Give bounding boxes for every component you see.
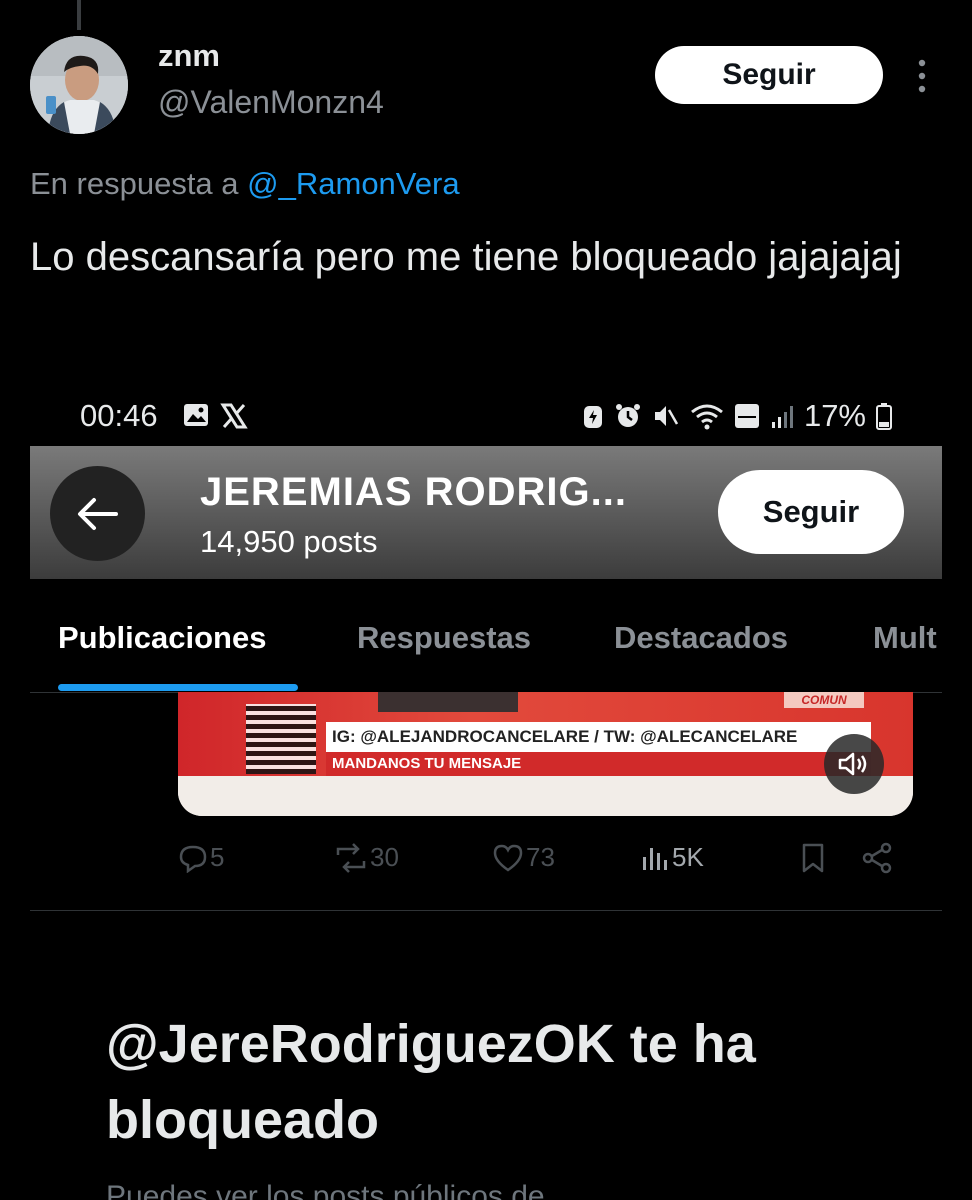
- tab-respuestas[interactable]: Respuestas: [357, 620, 531, 656]
- profile-post-count: 14,950 posts: [200, 524, 378, 559]
- video-mute-button[interactable]: [824, 734, 884, 794]
- reply-context: En respuesta a @_RamonVera: [30, 166, 460, 202]
- profile-follow-button[interactable]: Seguir: [718, 470, 904, 554]
- tab-destacados[interactable]: Destacados: [614, 620, 788, 656]
- heart-icon: [493, 844, 523, 872]
- status-bar: 00:46 17%: [30, 380, 942, 450]
- signal-icon: [771, 406, 793, 428]
- bookmark-icon[interactable]: [798, 842, 828, 874]
- reply-icon: [179, 845, 207, 873]
- speaker-muted-icon: [838, 752, 867, 776]
- volte-icon: [734, 404, 759, 428]
- status-icons-left: [182, 402, 248, 430]
- repost-action[interactable]: 30: [334, 842, 399, 873]
- status-time: 00:46: [80, 398, 158, 433]
- alarm-icon: [615, 404, 640, 427]
- blocked-message-title: @JereRodriguezOK te ha bloqueado: [106, 1014, 756, 1150]
- thread-line: [77, 0, 81, 30]
- reply-mention-link[interactable]: @_RamonVera: [247, 166, 459, 201]
- follow-button[interactable]: Seguir: [655, 46, 883, 104]
- back-button[interactable]: [50, 466, 145, 561]
- profile-header: JEREMIAS RODRIG... 14,950 posts Seguir: [30, 446, 942, 579]
- divider: [30, 910, 942, 911]
- like-action[interactable]: 73: [492, 842, 555, 873]
- like-count: 73: [526, 842, 555, 872]
- wifi-icon: [691, 404, 723, 430]
- author-name[interactable]: znm: [158, 38, 220, 74]
- video-ticker-sub: MANDANOS TU MENSAJE: [326, 752, 871, 776]
- views-action[interactable]: 5K: [640, 842, 704, 873]
- author-handle[interactable]: @ValenMonzn4: [158, 84, 384, 121]
- tweet-text: Lo descansaría pero me tiene bloqueado j…: [30, 235, 902, 279]
- profile-tabs: Publicaciones Respuestas Destacados Mult: [30, 600, 942, 693]
- battery-icon: [876, 403, 892, 430]
- active-tab-indicator: [58, 684, 298, 691]
- qr-code-icon: [246, 704, 316, 774]
- repost-count: 30: [370, 842, 399, 872]
- avatar[interactable]: [30, 36, 128, 134]
- reply-prefix: En respuesta a: [30, 166, 239, 201]
- repost-icon: [336, 842, 366, 873]
- blocked-message-subtext: Puedes ver los posts públicos de: [106, 1180, 545, 1200]
- profile-name: JEREMIAS RODRIG...: [200, 470, 627, 514]
- video-dark-block: [378, 692, 518, 712]
- share-icon[interactable]: [860, 842, 894, 874]
- video-studio-desk: [178, 776, 913, 816]
- arrow-left-icon: [77, 497, 118, 530]
- embedded-screenshot[interactable]: 00:46 17% JEREMIAS RODRIG... 14,950 post…: [30, 380, 942, 1200]
- avatar-photo: [30, 36, 128, 134]
- tab-multimedia[interactable]: Mult: [873, 620, 937, 656]
- views-icon: [643, 847, 667, 870]
- battery-saver-icon: [583, 406, 602, 428]
- tweet-actions: 5 30 73 5K: [178, 836, 918, 882]
- video-player[interactable]: COMUN IG: @ALEJANDROCANCELARE / TW: @ALE…: [178, 692, 913, 816]
- video-tag: COMUN: [784, 692, 864, 708]
- x-logo-icon: [220, 403, 248, 429]
- battery-percent: 17%: [803, 398, 866, 433]
- video-ticker: IG: @ALEJANDROCANCELARE / TW: @ALECANCEL…: [326, 722, 871, 752]
- tab-publicaciones[interactable]: Publicaciones: [58, 620, 266, 656]
- reply-count: 5: [210, 842, 225, 872]
- gallery-icon: [184, 404, 208, 426]
- views-count: 5K: [672, 842, 704, 872]
- more-options-icon[interactable]: [914, 58, 930, 94]
- mute-icon: [654, 406, 679, 426]
- reply-action[interactable]: 5: [178, 842, 224, 873]
- status-icons-right: 17%: [582, 398, 892, 434]
